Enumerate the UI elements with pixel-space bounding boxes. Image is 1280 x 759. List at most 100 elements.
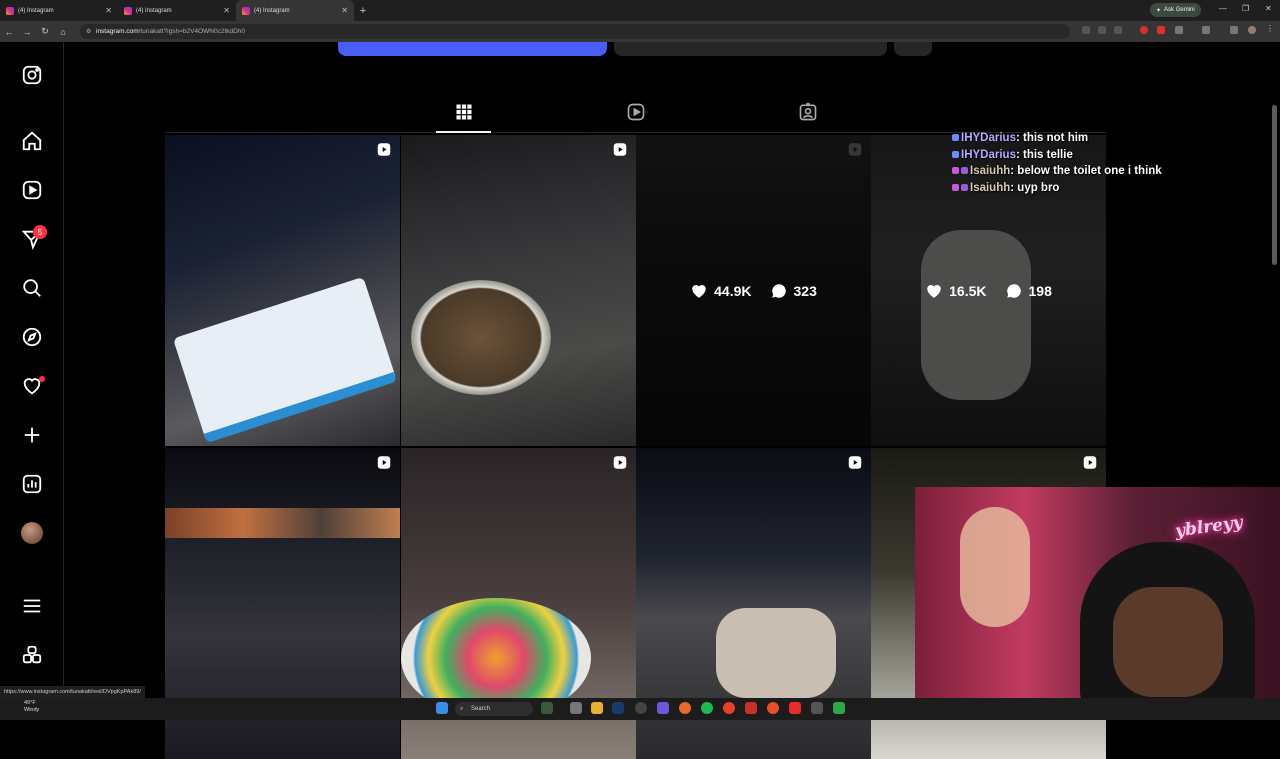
home-nav-icon[interactable] <box>20 129 44 153</box>
browser-tab-1[interactable]: (4) Instagram ✕ <box>0 0 118 21</box>
like-count: 44.9K <box>714 282 752 299</box>
task-view-icon[interactable] <box>570 702 582 714</box>
follow-button[interactable] <box>338 42 607 56</box>
browser-tab-2[interactable]: (4) Instagram ✕ <box>118 0 236 21</box>
post-tile[interactable] <box>165 135 400 446</box>
discord-icon[interactable] <box>657 702 669 714</box>
url-input[interactable]: ⚙ instagram.com/tunakatt?igsh=b2V4OWN0c2… <box>80 24 1070 39</box>
cereal-bowl-shape <box>411 280 551 395</box>
chat-badge-icon <box>961 167 968 174</box>
search-nav-icon[interactable] <box>20 276 44 300</box>
sidebar-toggle-icon[interactable] <box>1202 26 1210 34</box>
forward-icon[interactable]: → <box>18 27 36 37</box>
more-menu-icon[interactable] <box>20 594 44 618</box>
xbox-icon[interactable] <box>833 702 845 714</box>
close-tab-icon[interactable]: ✕ <box>223 6 230 15</box>
extension-icon[interactable] <box>1157 26 1165 34</box>
profile-avatar-icon[interactable] <box>1248 26 1256 34</box>
chat-message: IHYDarius: this not him <box>952 130 1162 147</box>
also-from-meta-icon[interactable] <box>20 643 44 667</box>
chat-badge-icon <box>952 167 959 174</box>
taskbar-search[interactable]: ⌕ Search <box>455 702 533 716</box>
windows-start-icon[interactable] <box>436 702 448 714</box>
spotify-icon[interactable] <box>701 702 713 714</box>
tab-posts-grid-icon[interactable] <box>452 100 476 124</box>
cake-shape <box>172 276 398 444</box>
profile-avatar[interactable] <box>21 522 43 544</box>
comment-count: 198 <box>1028 282 1052 299</box>
app-icon[interactable] <box>745 702 757 714</box>
chat-text: : this tellie <box>1015 148 1073 161</box>
restore-icon[interactable]: ❐ <box>1242 4 1249 13</box>
extensions-puzzle-icon[interactable] <box>1175 26 1183 34</box>
post-hover-stats: 44.9K 323 <box>636 135 871 446</box>
chat-username: Isaiuhh <box>970 181 1011 194</box>
menu-dots-icon[interactable]: ⋮ <box>1266 24 1274 33</box>
widget-icon[interactable] <box>541 702 553 714</box>
weather-widget[interactable]: 49°F Windy <box>8 700 39 714</box>
instagram-logo-icon[interactable] <box>20 63 44 87</box>
chat-username: IHYDarius <box>961 132 1016 144</box>
file-explorer-icon[interactable] <box>591 702 603 714</box>
reel-indicator-icon <box>848 456 862 469</box>
chat-badge-icon <box>952 183 959 191</box>
reel-indicator-icon <box>377 456 391 469</box>
message-button[interactable] <box>614 42 887 56</box>
extension-icon[interactable] <box>1140 26 1148 34</box>
youtube-icon[interactable] <box>789 702 801 714</box>
back-icon[interactable]: ← <box>0 27 18 37</box>
chat-message: Isaiuhh: uyp bro <box>952 180 1162 197</box>
close-tab-icon[interactable]: ✕ <box>105 6 112 15</box>
tab-reels-icon[interactable] <box>624 100 648 124</box>
site-info-icon[interactable]: ⚙ <box>86 28 91 35</box>
chat-message: Isaiuhh: below the toilet one i think <box>952 163 1162 180</box>
new-tab-button[interactable]: + <box>354 5 372 17</box>
post-tile[interactable] <box>401 135 636 446</box>
like-heart-icon <box>692 284 706 298</box>
stream-chat-overlay: IHYDarius: this not him IHYDarius: this … <box>952 130 1162 196</box>
reels-nav-icon[interactable] <box>20 178 44 202</box>
app-icon[interactable] <box>811 702 823 714</box>
tab-label: (4) Instagram <box>18 7 54 14</box>
page-scrollbar[interactable] <box>1272 105 1277 265</box>
notification-dot <box>39 376 45 382</box>
instagram-favicon-icon <box>6 6 14 15</box>
chat-text: : below the toilet one i think <box>1010 165 1162 177</box>
chat-text: : this not him <box>1015 132 1089 144</box>
close-tab-icon[interactable]: ✕ <box>341 6 348 15</box>
browser-tab-bar: (4) Instagram ✕ (4) Instagram ✕ (4) Instag… <box>0 0 1280 21</box>
chat-badge-icon <box>952 150 959 158</box>
chat-text: : uyp bro <box>1010 181 1060 194</box>
app-icon[interactable] <box>767 702 779 714</box>
cast-icon[interactable] <box>1098 26 1106 34</box>
webcam-overlay: yblreyy <box>915 487 1280 698</box>
ask-gemini-button[interactable]: ✦ Ask Gemini <box>1150 3 1201 17</box>
close-window-icon[interactable]: ✕ <box>1265 4 1272 13</box>
tab-tagged-icon[interactable] <box>796 100 820 124</box>
url-host: instagram.com <box>96 28 139 35</box>
chat-badge-icon <box>961 183 968 191</box>
reload-icon[interactable]: ↻ <box>36 26 54 37</box>
browser-tab-3[interactable]: (4) Instagram ✕ <box>236 0 354 21</box>
messages-badge: 5 <box>33 225 47 239</box>
zoom-icon[interactable] <box>1082 26 1090 34</box>
post-tile[interactable]: 44.9K 323 <box>636 135 871 446</box>
chat-badge-icon <box>952 134 959 141</box>
dashboard-icon[interactable] <box>20 472 44 496</box>
app-icon[interactable] <box>635 702 647 714</box>
minimize-icon[interactable]: — <box>1219 4 1227 13</box>
chrome-icon[interactable] <box>723 702 735 714</box>
downloads-icon[interactable] <box>1230 26 1238 34</box>
tab-label: (4) Instagram <box>136 7 172 14</box>
firefox-icon[interactable] <box>679 702 691 714</box>
create-plus-icon[interactable] <box>20 423 44 447</box>
steam-icon[interactable] <box>612 702 624 714</box>
suggested-button[interactable] <box>894 42 932 56</box>
weather-temp: 49°F <box>24 700 36 706</box>
home-icon[interactable]: ⌂ <box>54 27 72 37</box>
neon-sign: yblreyy <box>1173 512 1244 542</box>
streamer-face-shape <box>1113 587 1223 697</box>
bookmark-star-icon[interactable] <box>1114 26 1122 34</box>
link-status-bar: https://www.instagram.com/tunakatt/reel/… <box>0 686 145 698</box>
explore-nav-icon[interactable] <box>20 325 44 349</box>
